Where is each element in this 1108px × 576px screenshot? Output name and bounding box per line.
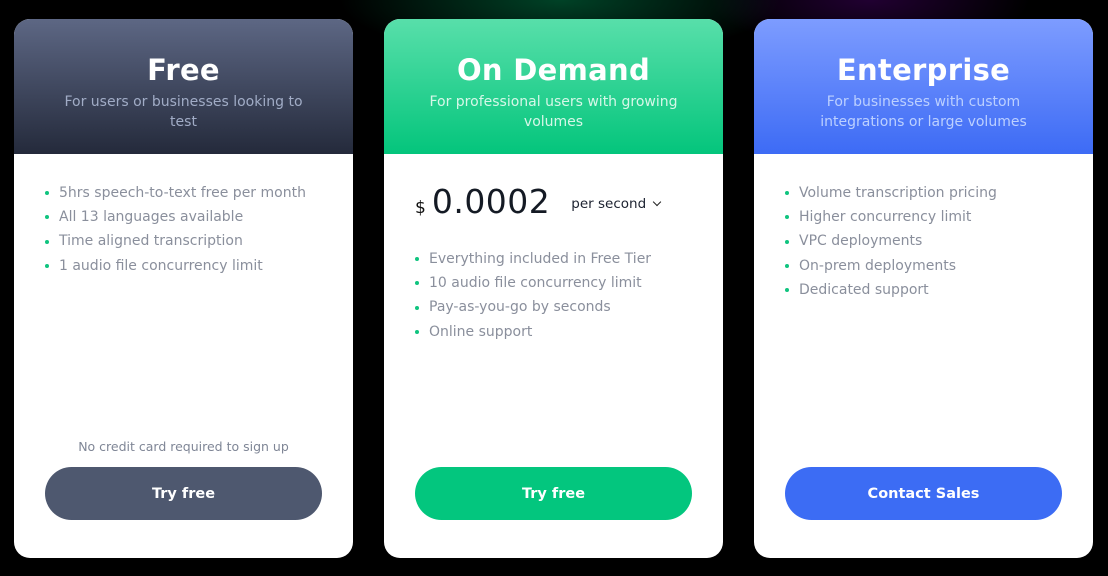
feature-text: Pay-as-you-go by seconds	[429, 299, 611, 316]
plan-subtitle: For users or businesses looking to test	[64, 94, 303, 130]
feature-text: Time aligned transcription	[59, 233, 243, 250]
plan-subtitle: For businesses with custom integrations …	[820, 94, 1027, 130]
feature-item: Time aligned transcription	[45, 229, 353, 253]
feature-text: Higher concurrency limit	[799, 209, 972, 226]
price-unit-dropdown[interactable]: per second	[571, 196, 662, 212]
feature-item: 5hrs speech-to-text free per month	[45, 181, 353, 205]
feature-text: VPC deployments	[799, 233, 923, 250]
feature-item: Dedicated support	[785, 278, 1093, 302]
bullet-icon	[785, 239, 789, 244]
bullet-icon	[45, 263, 49, 268]
feature-text: Online support	[429, 323, 533, 340]
feature-text: Everything included in Free Tier	[429, 251, 652, 267]
feature-text: 5hrs speech-to-text free per month	[59, 185, 306, 201]
price: $ 0.0002 per second	[384, 154, 723, 224]
feature-item: Pay-as-you-go by seconds	[415, 295, 723, 319]
plan-header: Free For users or businesses looking to …	[14, 19, 353, 154]
bullet-icon	[415, 281, 419, 286]
chevron-down-icon	[652, 197, 662, 207]
price-amount: 0.0002	[431, 182, 551, 221]
bullet-icon	[785, 215, 789, 220]
feature-item: All 13 languages available	[45, 205, 353, 229]
bullet-icon	[415, 305, 419, 310]
bullet-icon	[785, 287, 789, 292]
bullet-icon	[785, 191, 789, 196]
feature-item: 10 audio file concurrency limit	[415, 271, 723, 295]
bullet-icon	[785, 263, 789, 268]
plan-title: On Demand	[456, 53, 651, 87]
feature-text: Dedicated support	[799, 281, 929, 298]
bullet-icon	[45, 191, 49, 196]
feature-text: 1 audio file concurrency limit	[59, 257, 263, 274]
plan-subtitle: For professional users with growing volu…	[429, 94, 678, 130]
plan-title: Free	[147, 53, 220, 87]
bullet-icon	[415, 329, 419, 334]
feature-item: 1 audio file concurrency limit	[45, 254, 353, 278]
price-unit-label: per second	[571, 196, 647, 212]
plan-header: Enterprise For businesses with custom in…	[754, 19, 1093, 154]
feature-text: On-prem deployments	[799, 257, 957, 274]
feature-item: On-prem deployments	[785, 254, 1093, 278]
plan-header: On Demand For professional users with gr…	[384, 19, 723, 154]
contact-sales-button[interactable]: Contact Sales	[785, 467, 1062, 520]
feature-item: Online support	[415, 320, 723, 344]
price-currency: $	[415, 198, 426, 218]
feature-list: Everything included in Free Tier 10 audi…	[384, 224, 723, 344]
feature-item: Volume transcription pricing	[785, 181, 1093, 205]
plan-card-on-demand: On Demand For professional users with gr…	[384, 19, 723, 558]
feature-item: VPC deployments	[785, 229, 1093, 253]
bullet-icon	[415, 257, 419, 262]
feature-list: 5hrs speech-to-text free per month All 1…	[14, 154, 353, 278]
feature-text: Volume transcription pricing	[799, 185, 997, 201]
feature-text: 10 audio file concurrency limit	[429, 275, 642, 292]
plan-card-free: Free For users or businesses looking to …	[14, 19, 353, 558]
try-free-button[interactable]: Try free	[45, 467, 322, 520]
try-free-button[interactable]: Try free	[415, 467, 692, 520]
plan-card-enterprise: Enterprise For businesses with custom in…	[754, 19, 1093, 558]
no-credit-card-note: No credit card required to sign up	[78, 439, 289, 454]
feature-item: Everything included in Free Tier	[415, 247, 723, 271]
bullet-icon	[45, 239, 49, 244]
feature-list: Volume transcription pricing Higher conc…	[754, 154, 1093, 302]
feature-text: All 13 languages available	[59, 209, 244, 226]
feature-item: Higher concurrency limit	[785, 205, 1093, 229]
plan-title: Enterprise	[836, 53, 1011, 87]
bullet-icon	[45, 215, 49, 220]
